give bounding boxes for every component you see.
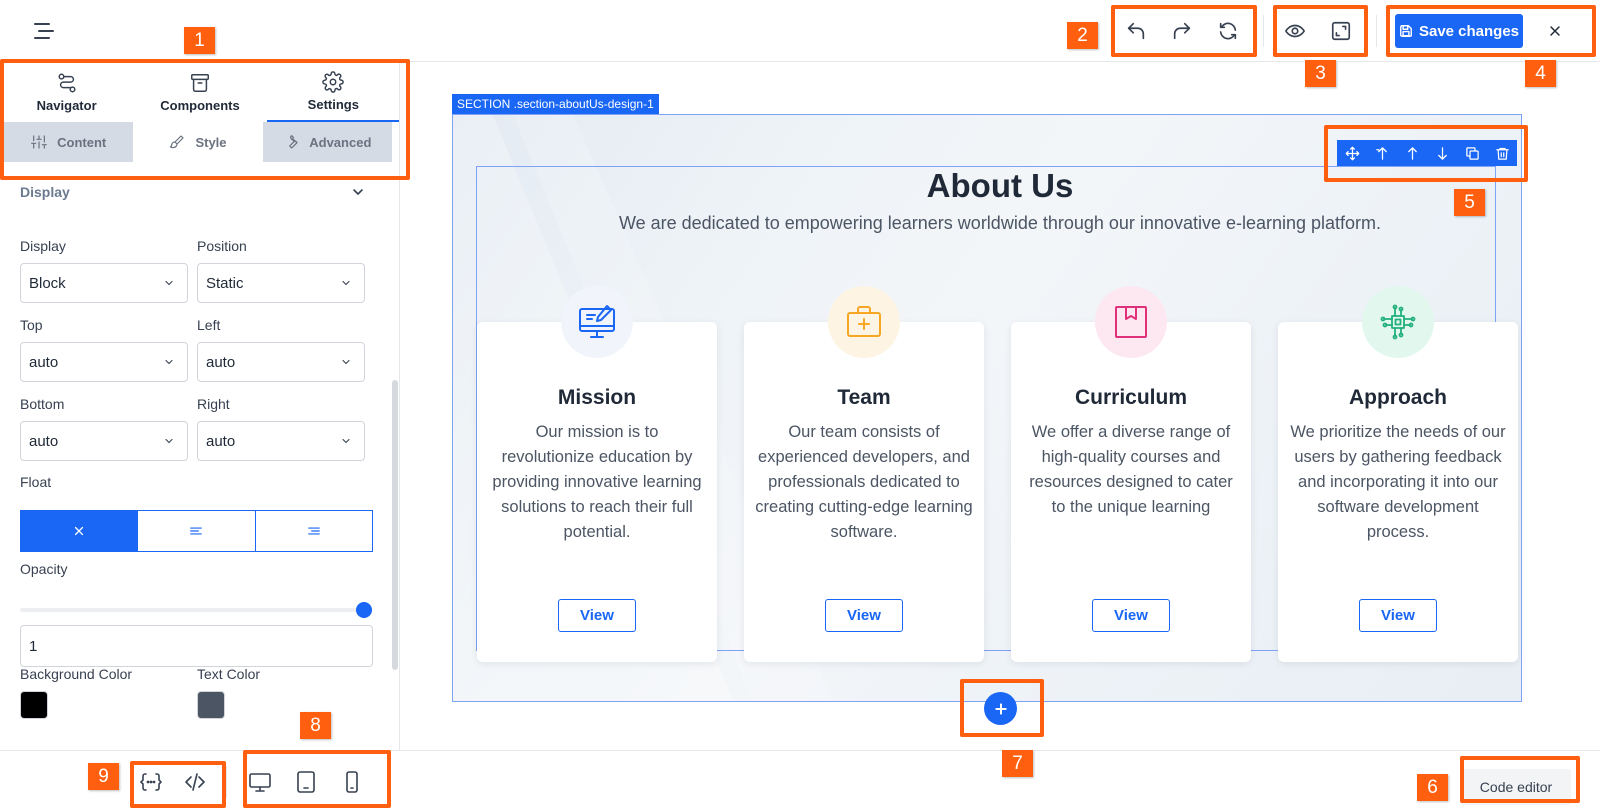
- position-label: Position: [197, 238, 247, 254]
- card-curriculum-icon-circle: [1095, 286, 1167, 358]
- card-mission-view-button[interactable]: View: [558, 599, 636, 632]
- card-approach-title: Approach: [1348, 386, 1447, 409]
- annotation-box-2: [1111, 5, 1257, 57]
- toolbar-divider: [1263, 15, 1264, 47]
- card-mission-title: Mission: [557, 386, 637, 409]
- annotation-box-9: [130, 761, 226, 808]
- annotation-box-7: [960, 679, 1044, 737]
- card-curriculum-view-button[interactable]: View: [1092, 599, 1170, 632]
- card-mission-icon-circle: [561, 286, 633, 358]
- chevron-down-icon: [165, 359, 173, 365]
- toolbar-divider: [1376, 15, 1377, 47]
- right-select[interactable]: auto: [197, 421, 365, 461]
- annotation-box-6: [1460, 756, 1580, 803]
- card-curriculum-title: Curriculum: [1074, 386, 1187, 409]
- annotation-label-7: 7: [1002, 750, 1033, 777]
- annotation-box-5: [1324, 125, 1528, 182]
- annotation-label-8: 8: [300, 712, 331, 739]
- annotation-label-6: 6: [1417, 774, 1448, 801]
- annotation-label-3: 3: [1305, 60, 1336, 87]
- annotation-box-3: [1273, 5, 1368, 57]
- annotation-box-4: [1386, 5, 1596, 57]
- float-left-option[interactable]: [138, 511, 256, 551]
- right-label: Right: [197, 396, 230, 412]
- align-right-icon: [307, 527, 320, 535]
- panel-scrollbar[interactable]: [392, 380, 398, 670]
- position-select-value: Static: [206, 274, 244, 292]
- float-right-option[interactable]: [255, 511, 372, 551]
- annotation-box-8: [243, 750, 391, 808]
- chevron-down-icon: [165, 280, 173, 286]
- display-label: Display: [20, 238, 66, 254]
- monitor-paintbrush-icon: [579, 305, 615, 338]
- opacity-label: Opacity: [20, 561, 68, 577]
- bottom-toolbar: Code editor: [0, 750, 1600, 810]
- top-select-value: auto: [29, 353, 59, 371]
- package-icon: [1115, 306, 1147, 338]
- card-team-title: Team: [837, 386, 891, 409]
- right-select-value: auto: [206, 432, 236, 450]
- left-select-value: auto: [206, 353, 236, 371]
- section-selector-tag[interactable]: SECTION .section-aboutUs-design-1: [452, 94, 659, 114]
- annotation-box-1: [0, 59, 410, 180]
- left-label: Left: [197, 317, 221, 333]
- opacity-input[interactable]: 1: [20, 625, 373, 667]
- text-color-swatch[interactable]: [197, 691, 225, 719]
- chevron-down-icon[interactable]: [350, 184, 366, 200]
- card-team-icon-circle: [828, 286, 900, 358]
- annotation-label-4: 4: [1525, 60, 1556, 87]
- circuit-chip-icon: [1380, 304, 1416, 340]
- display-section-title[interactable]: Display: [20, 184, 70, 200]
- card-approach-icon-circle: [1362, 286, 1434, 358]
- annotation-label-9: 9: [88, 763, 119, 790]
- close-icon: [75, 526, 84, 536]
- float-none-option[interactable]: [21, 511, 139, 551]
- top-label: Top: [20, 317, 43, 333]
- bottom-divider: [226, 766, 227, 798]
- card-team-view-button[interactable]: View: [825, 599, 903, 632]
- menu-icon[interactable]: [32, 20, 54, 42]
- card-curriculum-text: We offer a diverse range of high-quality…: [1029, 423, 1233, 516]
- display-select[interactable]: Block: [20, 263, 188, 303]
- chevron-down-icon: [342, 359, 350, 365]
- opacity-slider-handle[interactable]: [356, 602, 372, 618]
- top-select[interactable]: auto: [20, 342, 188, 382]
- annotation-label-1: 1: [184, 27, 215, 54]
- float-options: [20, 510, 373, 552]
- float-label: Float: [20, 474, 52, 490]
- background-color-label: Background Color: [20, 666, 133, 682]
- text-color-label: Text Color: [197, 666, 261, 682]
- chevron-down-icon: [342, 438, 350, 444]
- annotation-label-5: 5: [1454, 189, 1485, 216]
- briefcase-medical-icon: [847, 306, 881, 337]
- bottom-select-value: auto: [29, 432, 59, 450]
- card-team-text: Our team consists of experienced develop…: [755, 423, 973, 541]
- bottom-select[interactable]: auto: [20, 421, 188, 461]
- card-approach-text: We prioritize the needs of our users by …: [1290, 423, 1506, 541]
- chevron-down-icon: [165, 438, 173, 444]
- align-left-icon: [190, 527, 203, 535]
- background-color-swatch[interactable]: [20, 691, 48, 719]
- bottom-label: Bottom: [20, 396, 65, 412]
- opacity-slider-track[interactable]: [20, 608, 364, 612]
- left-select[interactable]: auto: [197, 342, 365, 382]
- display-select-value: Block: [29, 274, 66, 292]
- chevron-down-icon: [342, 280, 350, 286]
- card-approach-view-button[interactable]: View: [1359, 599, 1437, 632]
- card-mission-text: Our mission is to revolutionize educatio…: [492, 423, 702, 541]
- opacity-input-value: 1: [29, 637, 38, 655]
- position-select[interactable]: Static: [197, 263, 365, 303]
- annotation-label-2: 2: [1067, 22, 1098, 49]
- about-us-subtitle: We are dedicated to empowering learners …: [618, 213, 1382, 233]
